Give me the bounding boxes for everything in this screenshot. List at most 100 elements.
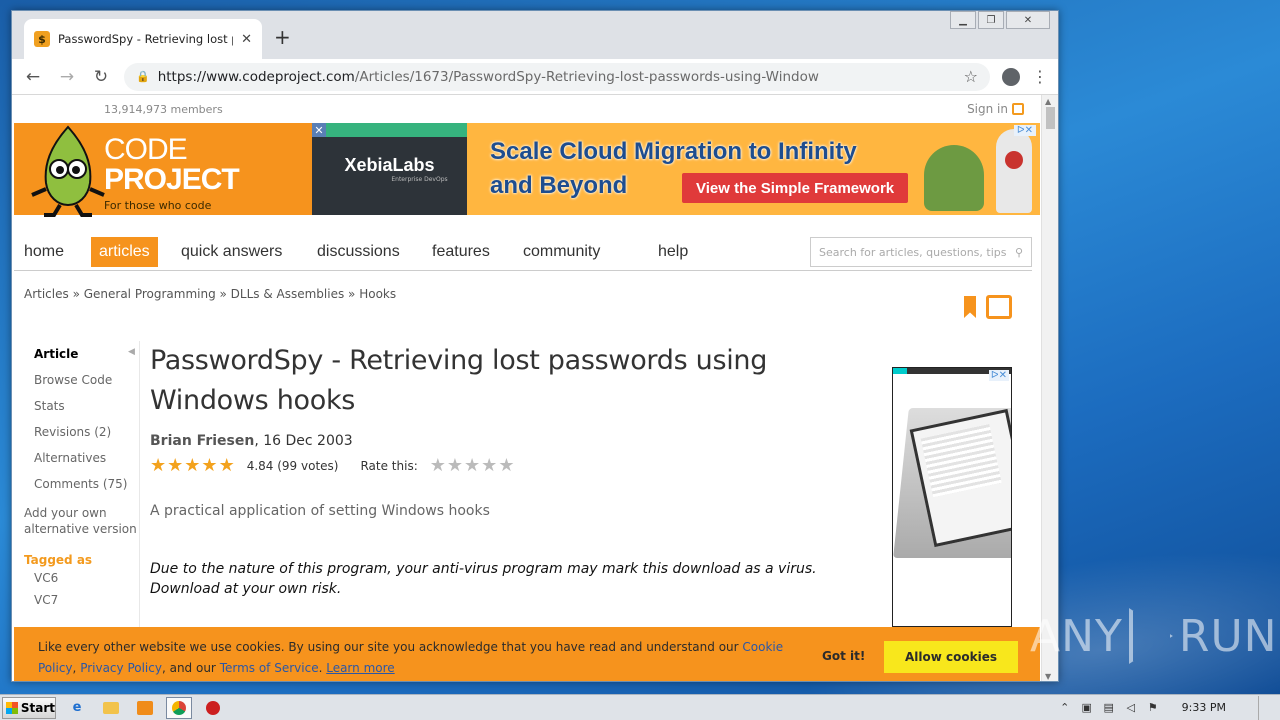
network-icon[interactable]: ▤ — [1102, 701, 1116, 715]
star-icon: ★ — [167, 455, 184, 476]
sign-in-link[interactable]: Sign in — [967, 102, 1024, 116]
site-banner: CODE PROJECT For those who code XebiaLab… — [14, 123, 1040, 217]
nav-discussions[interactable]: discussions — [309, 237, 408, 267]
rate-star-3-icon[interactable]: ★ — [464, 457, 480, 475]
sidebar-item-stats[interactable]: Stats — [24, 393, 139, 419]
breadcrumb[interactable]: Articles » General Programming » DLLs & … — [24, 287, 396, 301]
rate-star-2-icon[interactable]: ★ — [447, 457, 463, 475]
nav-articles[interactable]: articles — [91, 237, 158, 267]
sidebar-item-browse-code[interactable]: Browse Code — [24, 367, 139, 393]
start-label: Start — [20, 700, 55, 715]
action-center-icon[interactable]: ▣ — [1080, 701, 1094, 715]
privacy-policy-link[interactable]: Privacy Policy — [80, 661, 162, 675]
tagged-as-heading: Tagged as — [24, 553, 93, 567]
account-icon[interactable] — [1002, 67, 1020, 86]
article-date: , 16 Dec 2003 — [254, 433, 353, 449]
page-viewport: 13,914,973 members Sign in CODE PROJECT … — [12, 95, 1042, 681]
reload-icon[interactable]: ↻ — [90, 67, 112, 87]
new-tab-button[interactable]: + — [274, 25, 291, 49]
bob-mascot-icon[interactable] — [28, 125, 108, 217]
internet-explorer-icon[interactable]: e — [64, 697, 90, 719]
sign-in-label: Sign in — [967, 102, 1008, 116]
tag-vc7[interactable]: VC7 — [24, 589, 139, 611]
scroll-down-icon[interactable]: ▼ — [1045, 672, 1051, 681]
clock[interactable]: 9:33 PM — [1182, 701, 1226, 714]
ad-cta-button[interactable]: View the Simple Framework — [682, 173, 909, 203]
terms-link[interactable]: Terms of Service — [220, 661, 319, 675]
article-body: PasswordSpy - Retrieving lost passwords … — [150, 341, 850, 599]
sign-in-icon — [1012, 103, 1024, 115]
browser-titlebar: $ PasswordSpy - Retrieving lost passw ✕ … — [12, 11, 1058, 59]
logo-tagline: For those who code — [104, 199, 212, 212]
rate-star-4-icon[interactable]: ★ — [481, 457, 497, 475]
back-arrow-icon[interactable]: ← — [22, 67, 44, 87]
site-logo[interactable]: CODE PROJECT For those who code — [104, 133, 240, 213]
adchoices-icon[interactable]: ᐅ✕ — [988, 370, 1009, 381]
cookie-text-1: Like every other website we use cookies.… — [38, 640, 743, 654]
collapse-sidebar-icon[interactable]: ◀ — [128, 347, 135, 357]
tab-codeproject[interactable]: $ PasswordSpy - Retrieving lost passw ✕ — [24, 19, 262, 59]
rate-this-stars[interactable]: ★ ★ ★ ★ ★ — [430, 457, 515, 475]
nav-community[interactable]: community — [515, 237, 608, 267]
adchoices-icon[interactable]: ᐅ✕ — [1013, 125, 1036, 136]
close-tab-icon[interactable]: ✕ — [241, 32, 252, 47]
banner-ad[interactable]: XebiaLabs Enterprise DevOps Scale Cloud … — [312, 123, 1040, 215]
members-count: 13,914,973 members — [104, 103, 223, 116]
got-it-button[interactable]: Got it! — [822, 649, 865, 663]
chrome-icon[interactable] — [166, 696, 192, 719]
explorer-folder-icon[interactable] — [98, 697, 124, 719]
minimize-icon[interactable]: ▁ — [950, 11, 976, 29]
nav-home[interactable]: home — [16, 237, 72, 267]
tab-title: PasswordSpy - Retrieving lost passw — [58, 32, 233, 46]
author-link[interactable]: Brian Friesen — [150, 433, 254, 449]
article-tools — [964, 295, 1012, 319]
allow-cookies-button[interactable]: Allow cookies — [884, 641, 1018, 673]
bookmark-add-icon[interactable] — [964, 296, 976, 318]
rate-star-5-icon[interactable]: ★ — [498, 457, 514, 475]
page-scrollbar[interactable]: ▲ ▼ — [1041, 95, 1058, 681]
tray-expand-icon[interactable]: ⌃ — [1058, 701, 1072, 715]
logo-line-project: PROJECT — [104, 163, 240, 196]
play-icon — [1128, 608, 1173, 664]
scrollbar-thumb[interactable] — [1046, 107, 1055, 129]
flag-icon[interactable]: ⚑ — [1146, 701, 1160, 715]
scroll-up-icon[interactable]: ▲ — [1045, 97, 1051, 106]
kebab-menu-icon[interactable]: ⋮ — [1032, 67, 1048, 86]
sidebar-item-comments[interactable]: Comments (75) — [24, 471, 139, 497]
sidebar-item-alternatives[interactable]: Alternatives — [24, 445, 139, 471]
sidebar-item-revisions[interactable]: Revisions (2) — [24, 419, 139, 445]
bookmark-star-icon[interactable]: ☆ — [964, 67, 978, 86]
nav-features[interactable]: features — [424, 237, 498, 267]
main-nav: home articles quick answers discussions … — [14, 231, 1032, 271]
nav-quick-answers[interactable]: quick answers — [173, 237, 290, 267]
site-search-input[interactable]: Search for articles, questions, tips ⚲ — [810, 237, 1032, 267]
media-player-icon[interactable] — [132, 697, 158, 719]
rating-row: ★ ★ ★ ★ ★ 4.84 (99 votes) Rate this: ★ ★ ★ ★ ★ — [150, 457, 850, 475]
close-window-icon[interactable]: ✕ — [1006, 11, 1050, 29]
nav-help[interactable]: help — [650, 237, 696, 267]
opera-icon[interactable] — [200, 697, 226, 719]
lock-icon[interactable]: 🔒 — [136, 70, 150, 83]
print-icon[interactable] — [986, 295, 1012, 319]
url-text[interactable]: https://www.codeproject.com/Articles/167… — [158, 69, 956, 85]
add-alternative-link[interactable]: Add your own alternative version — [24, 505, 139, 537]
address-bar[interactable]: 🔒 https://www.codeproject.com/Articles/1… — [124, 62, 990, 91]
browser-toolbar: ← → ↻ 🔒 https://www.codeproject.com/Arti… — [12, 59, 1058, 95]
forward-arrow-icon[interactable]: → — [56, 67, 78, 87]
rating-text: 4.84 (99 votes) — [246, 459, 339, 473]
ad-close-icon[interactable]: ✕ — [312, 123, 326, 137]
learn-more-link[interactable]: Learn more — [326, 661, 394, 675]
logo-line-code: CODE — [104, 133, 188, 166]
show-desktop-button[interactable] — [1258, 695, 1270, 720]
restore-icon[interactable]: ❐ — [978, 11, 1004, 29]
side-ad[interactable]: ᐅ✕ — [892, 367, 1012, 627]
windows-flag-icon — [6, 701, 18, 714]
search-icon[interactable]: ⚲ — [1015, 246, 1023, 259]
antivirus-warning: Due to the nature of this program, your … — [150, 561, 817, 597]
article-title: PasswordSpy - Retrieving lost passwords … — [150, 345, 768, 416]
sidebar-item-article[interactable]: Article — [24, 341, 139, 367]
start-button[interactable]: Start — [2, 696, 56, 719]
rate-star-1-icon[interactable]: ★ — [430, 457, 446, 475]
tag-vc6[interactable]: VC6 — [24, 567, 139, 589]
volume-icon[interactable]: ◁ — [1124, 701, 1138, 715]
